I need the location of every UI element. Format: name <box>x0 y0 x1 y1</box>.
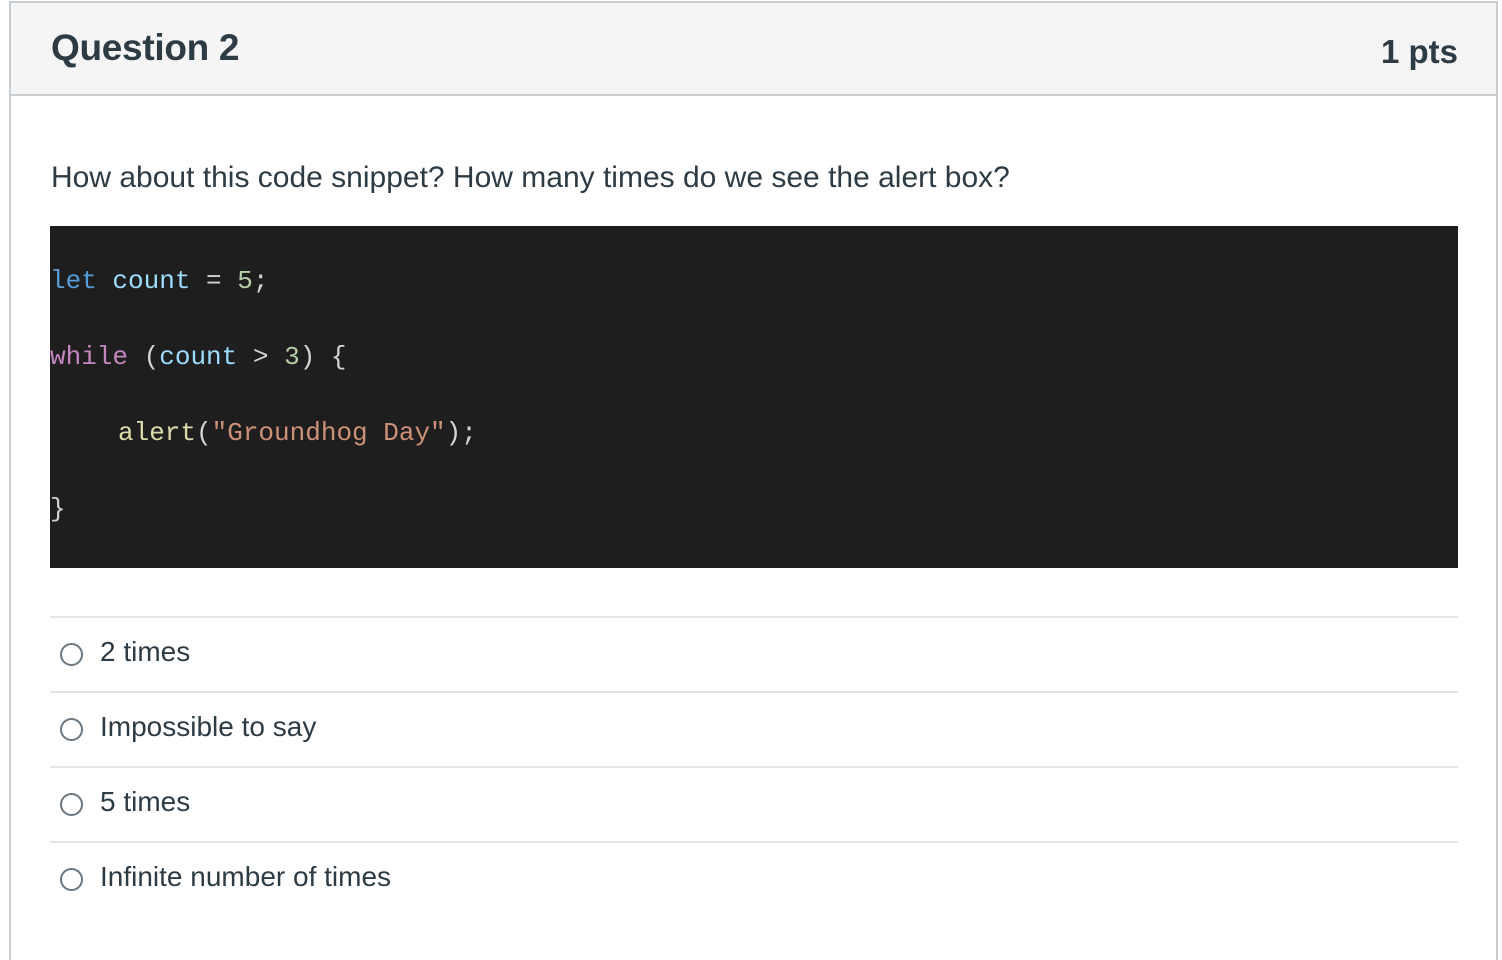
answer-option[interactable]: Infinite number of times <box>50 841 1458 916</box>
answer-label[interactable]: 2 times <box>100 636 190 668</box>
answer-label[interactable]: 5 times <box>100 786 190 818</box>
code-line-4: } <box>50 494 66 524</box>
code-brace-close: } <box>50 494 66 524</box>
code-line-3: alert("Groundhog Day"); <box>118 418 477 448</box>
answer-option[interactable]: 2 times <box>50 616 1458 691</box>
code-variable-count: count <box>159 342 238 372</box>
code-line-1: let count = 5; <box>50 266 268 296</box>
code-function-alert: alert <box>118 418 197 448</box>
question-card: Question 2 1 pts How about this code sni… <box>9 1 1498 960</box>
radio-button[interactable] <box>60 868 83 891</box>
code-paren-open: ( <box>196 418 212 448</box>
radio-button[interactable] <box>60 793 83 816</box>
code-keyword-while: while <box>50 342 129 372</box>
code-brace-open: { <box>330 342 347 372</box>
code-semicolon: ; <box>461 418 477 448</box>
code-paren-open: ( <box>143 342 160 372</box>
code-number-3: 3 <box>284 342 300 372</box>
question-points: 1 pts <box>1380 33 1458 70</box>
answer-list: 2 times Impossible to say 5 times Infini… <box>50 616 1458 916</box>
question-header: Question 2 1 pts <box>11 3 1496 96</box>
code-variable-count: count <box>112 266 191 296</box>
code-operator-gt: > <box>252 342 269 372</box>
answer-option[interactable]: 5 times <box>50 766 1458 841</box>
radio-button[interactable] <box>60 643 83 666</box>
code-snippet: let count = 5; while (count > 3) { alert… <box>50 226 1458 568</box>
question-prompt: How about this code snippet? How many ti… <box>51 161 1010 194</box>
code-semicolon: ; <box>252 266 269 296</box>
answer-label[interactable]: Infinite number of times <box>100 861 391 893</box>
answer-label[interactable]: Impossible to say <box>100 711 316 743</box>
question-title: Question 2 <box>51 27 240 68</box>
code-keyword-let: let <box>50 266 97 296</box>
code-number-5: 5 <box>237 266 253 296</box>
code-paren-close: ) <box>445 418 462 448</box>
code-string: "Groundhog Day" <box>211 418 446 448</box>
code-line-2: while (count > 3) { <box>50 342 347 372</box>
radio-button[interactable] <box>60 718 83 741</box>
code-operator-assign: = <box>206 266 222 296</box>
code-paren-close: ) <box>299 342 316 372</box>
answer-option[interactable]: Impossible to say <box>50 691 1458 766</box>
